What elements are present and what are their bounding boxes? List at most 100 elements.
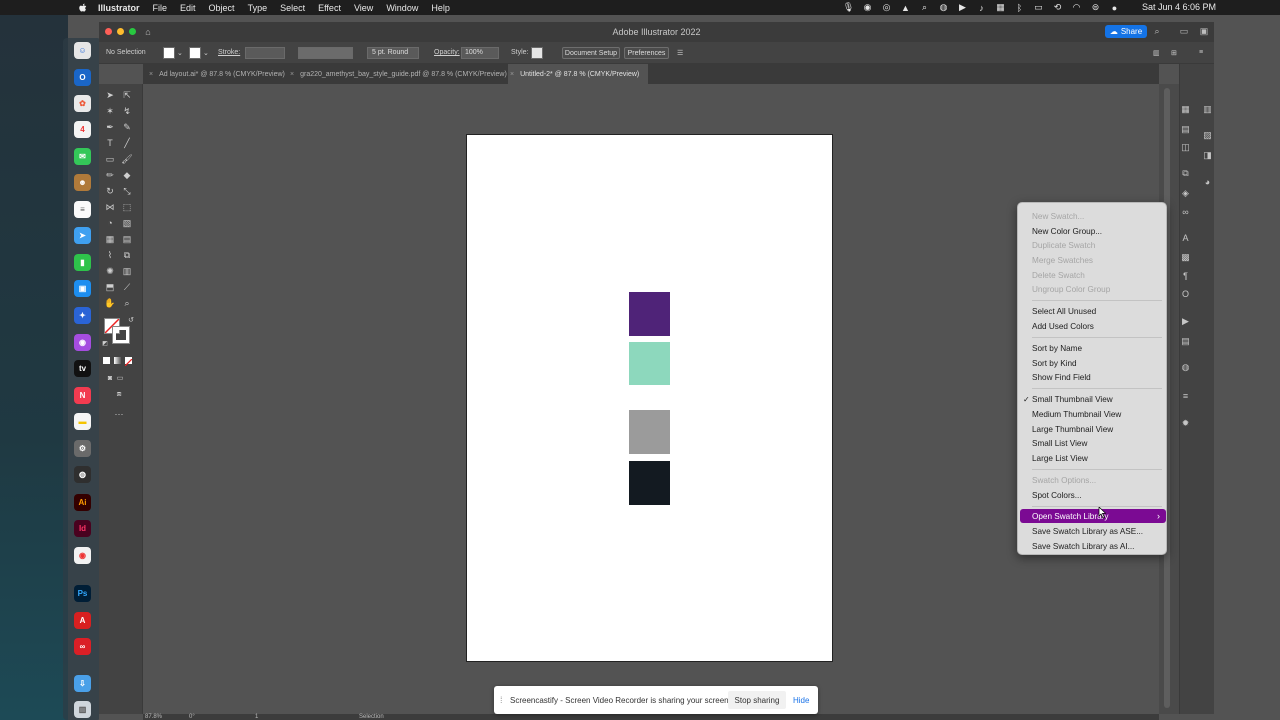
type-tool-icon[interactable]: T: [104, 137, 116, 149]
symbol-sprayer-tool-icon[interactable]: ✺: [104, 265, 116, 277]
chrome-icon[interactable]: ◉: [862, 2, 873, 13]
current-tool[interactable]: Selection: [359, 714, 384, 720]
opentype-panel-icon[interactable]: O: [1180, 288, 1191, 299]
align-panel-icon[interactable]: ≡: [1180, 390, 1191, 401]
menu-item-delete-swatch[interactable]: Delete Swatch: [1020, 268, 1166, 282]
arrange-documents-icon[interactable]: ▭: [1179, 26, 1189, 36]
opacity-field[interactable]: 100%: [461, 47, 499, 59]
control-center-icon[interactable]: ⊜: [1090, 2, 1101, 13]
blend-tool-icon[interactable]: ⧉: [121, 249, 133, 261]
menu-item-save-swatch-library-ai[interactable]: Save Swatch Library as AI...: [1020, 539, 1166, 553]
menu-view[interactable]: View: [354, 3, 373, 13]
variable-width-profile[interactable]: [298, 47, 353, 59]
menu-item-large-list-view[interactable]: Large List View: [1020, 451, 1166, 465]
menu-help[interactable]: Help: [431, 3, 450, 13]
menu-item-ungroup-color-group[interactable]: Ungroup Color Group: [1020, 282, 1166, 296]
menu-item-save-swatch-library-ase[interactable]: Save Swatch Library as ASE...: [1020, 524, 1166, 538]
properties-panel-icon[interactable]: ▦: [1180, 104, 1191, 115]
selection-tool-icon[interactable]: ➤: [104, 89, 116, 101]
gradient-mode-icon[interactable]: [114, 357, 121, 364]
close-tab-icon[interactable]: ×: [149, 71, 153, 78]
lasso-tool-icon[interactable]: ↯: [121, 105, 133, 117]
downloads-stack-icon[interactable]: ⇩: [74, 675, 91, 692]
menu-object[interactable]: Object: [209, 3, 235, 13]
menu-type[interactable]: Type: [248, 3, 268, 13]
layers-panel-icon[interactable]: ◫: [1180, 142, 1191, 153]
graphic-styles-panel-icon[interactable]: ◕: [1202, 176, 1213, 187]
drag-handle-icon[interactable]: ⁞: [500, 695, 503, 705]
play-icon[interactable]: ▶: [957, 2, 968, 13]
menu-item-duplicate-swatch[interactable]: Duplicate Swatch: [1020, 238, 1166, 252]
brush-definition-select[interactable]: 5 pt. Round: [367, 47, 419, 59]
near-black-swatch-rectangle[interactable]: [629, 461, 670, 505]
document-info-icon[interactable]: ▤: [1180, 336, 1191, 347]
pen-tool-icon[interactable]: ✒: [104, 121, 116, 133]
scale-tool-icon[interactable]: ⤡: [121, 185, 133, 197]
color-panel-icon[interactable]: ▨: [1202, 130, 1213, 141]
menu-item-add-used-colors[interactable]: Add Used Colors: [1020, 319, 1166, 333]
width-tool-icon[interactable]: ⋈: [104, 201, 116, 213]
search-icon[interactable]: ⌕: [919, 2, 930, 13]
align-options-icon[interactable]: ☰: [677, 49, 683, 57]
panel-collapse-icon[interactable]: ▥: [1202, 104, 1213, 115]
direct-selection-tool-icon[interactable]: ⇱: [121, 89, 133, 101]
purple-swatch-rectangle[interactable]: [629, 292, 670, 336]
rectangle-tool-icon[interactable]: ▭: [104, 153, 116, 165]
battery-icon[interactable]: ▭: [1033, 2, 1044, 13]
close-tab-icon[interactable]: ×: [290, 71, 294, 78]
menu-item-new-swatch[interactable]: New Swatch...: [1020, 209, 1166, 223]
flag-icon[interactable]: ▦: [995, 2, 1006, 13]
wifi-icon[interactable]: ◠: [1071, 2, 1082, 13]
menu-item-new-color-group[interactable]: New Color Group...: [1020, 224, 1166, 238]
rotation-value[interactable]: 0°: [189, 714, 195, 720]
warning-icon[interactable]: ▲: [900, 3, 911, 13]
panel-menu-icon[interactable]: ≡: [1199, 49, 1203, 56]
time-machine-icon[interactable]: ⟲: [1052, 2, 1063, 13]
creative-cloud-app-icon[interactable]: ∞: [74, 638, 91, 655]
apple-tv-icon[interactable]: tv: [74, 360, 91, 377]
zoom-tool-icon[interactable]: ⌕: [121, 297, 133, 309]
system-preferences-icon[interactable]: ⚙: [74, 440, 91, 457]
menu-item-large-thumbnail-view[interactable]: Large Thumbnail View: [1020, 422, 1166, 436]
document-setup-button[interactable]: Document Setup: [562, 47, 620, 59]
clock[interactable]: Sat Jun 4 6:06 PM: [1142, 2, 1216, 12]
tab-untitled-2[interactable]: × Untitled-2* @ 87.8 % (CMYK/Preview): [508, 64, 648, 84]
safari-icon[interactable]: ✦: [74, 307, 91, 324]
tab-style-guide[interactable]: × gra220_amethyst_bay_style_guide.pdf @ 8…: [288, 64, 507, 84]
menu-file[interactable]: File: [153, 3, 168, 13]
character-panel-icon[interactable]: A: [1180, 232, 1191, 243]
bluetooth-icon[interactable]: ᛒ: [1014, 3, 1025, 13]
messages-icon[interactable]: ✉: [74, 148, 91, 165]
terminal-icon[interactable]: ◍: [74, 466, 91, 483]
change-screen-mode-icon[interactable]: ⧈: [113, 388, 125, 400]
menu-item-spot-colors[interactable]: Spot Colors...: [1020, 488, 1166, 502]
eyedropper-tool-icon[interactable]: ⌇: [104, 249, 116, 261]
screen-mode-icon[interactable]: ▭: [114, 372, 126, 384]
free-transform-tool-icon[interactable]: ⬚: [121, 201, 133, 213]
maps-icon[interactable]: ➤: [74, 227, 91, 244]
chevron-down-icon[interactable]: ⌄: [203, 49, 209, 57]
apple-icon[interactable]: [76, 3, 90, 13]
share-button[interactable]: ☁ Share: [1105, 25, 1147, 38]
workspace-switcher-icon[interactable]: ▣: [1199, 26, 1209, 36]
menu-item-open-swatch-library[interactable]: Open Swatch Library ›: [1020, 509, 1166, 523]
graphic-style-swatch[interactable]: [531, 47, 543, 59]
mint-swatch-rectangle[interactable]: [629, 342, 670, 385]
menu-item-small-thumbnail-view[interactable]: ✓ Small Thumbnail View: [1020, 392, 1166, 406]
stroke-weight-field[interactable]: [245, 47, 285, 59]
stroke-color-swatch[interactable]: [189, 47, 201, 59]
gray-swatch-rectangle[interactable]: [629, 410, 670, 454]
curvature-tool-icon[interactable]: ✎: [121, 121, 133, 133]
transform-icon[interactable]: ⊞: [1171, 49, 1177, 57]
brushes-panel-icon[interactable]: ◨: [1202, 150, 1213, 161]
line-tool-icon[interactable]: ╱: [121, 137, 133, 149]
numbers-icon[interactable]: ▮: [74, 254, 91, 271]
swap-fill-stroke-icon[interactable]: ↺: [125, 314, 137, 326]
arrange-icon[interactable]: ▥: [1153, 49, 1160, 57]
menu-item-small-list-view[interactable]: Small List View: [1020, 436, 1166, 450]
actions-panel-icon[interactable]: ▶: [1180, 316, 1191, 327]
keynote-icon[interactable]: ▣: [74, 280, 91, 297]
stroke-swatch[interactable]: [112, 326, 130, 344]
outlook-icon[interactable]: O: [74, 69, 91, 86]
search-icon[interactable]: ⌕: [1152, 26, 1162, 36]
